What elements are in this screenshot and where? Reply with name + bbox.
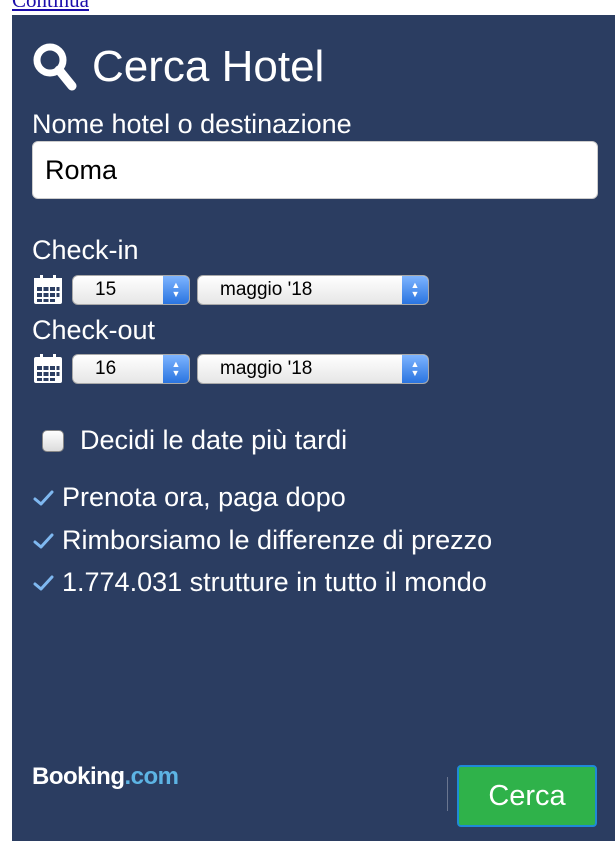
checkout-label: Check-out — [32, 315, 156, 345]
checkout-day-value: 16 — [95, 358, 117, 379]
checkmark-icon — [33, 490, 54, 505]
search-button[interactable]: Cerca — [457, 765, 597, 827]
checkin-month-select[interactable]: maggio '18 ▲ ▼ — [197, 275, 429, 305]
flexible-dates-label: Decidi le date più tardi — [80, 425, 348, 455]
checkout-month-value: maggio '18 — [220, 358, 313, 379]
feature-text: Prenota ora, paga dopo — [62, 482, 346, 512]
feature-item: 1.774.031 strutture in tutto il mondo — [32, 567, 487, 598]
spinner-arrows-icon: ▲ ▼ — [402, 276, 428, 304]
feature-item: Rimborsiamo le differenze di prezzo — [32, 525, 492, 556]
feature-item: Prenota ora, paga dopo — [32, 482, 346, 513]
destination-label: Nome hotel o destinazione — [32, 109, 352, 139]
booking-logo[interactable]: Booking.com — [32, 765, 179, 789]
checkout-row: 16 ▲ ▼ maggio '18 ▲ ▼ — [32, 351, 436, 387]
calendar-icon[interactable] — [32, 274, 64, 306]
checkout-month-select[interactable]: maggio '18 ▲ ▼ — [197, 354, 429, 384]
logo-brand: Booking — [32, 763, 125, 790]
checkin-label: Check-in — [32, 235, 139, 265]
search-icon — [32, 42, 78, 92]
flexible-dates-option[interactable]: Decidi le date più tardi — [42, 425, 347, 456]
checkin-day-select[interactable]: 15 ▲ ▼ — [72, 275, 190, 305]
logo-tld: .com — [124, 763, 180, 790]
widget-title: Cerca Hotel — [92, 42, 325, 91]
checkout-day-select[interactable]: 16 ▲ ▼ — [72, 354, 190, 384]
divider — [447, 777, 448, 811]
widget-header: Cerca Hotel — [32, 37, 324, 97]
continua-link[interactable]: Continua — [12, 0, 89, 13]
checkin-day-value: 15 — [95, 279, 117, 300]
checkmark-icon — [33, 533, 54, 548]
feature-text: 1.774.031 strutture in tutto il mondo — [62, 567, 487, 597]
destination-value: Roma — [45, 154, 118, 185]
checkmark-icon — [33, 575, 54, 590]
hotel-search-widget: Cerca Hotel Nome hotel o destinazione Ro… — [12, 15, 615, 841]
destination-input[interactable]: Roma — [32, 141, 598, 199]
feature-text: Rimborsiamo le differenze di prezzo — [62, 525, 493, 555]
spinner-arrows-icon: ▲ ▼ — [163, 276, 189, 304]
checkin-row: 15 ▲ ▼ maggio '18 ▲ ▼ — [32, 272, 436, 308]
flexible-dates-checkbox[interactable] — [42, 429, 64, 452]
checkin-month-value: maggio '18 — [220, 279, 313, 300]
calendar-icon[interactable] — [32, 353, 64, 385]
spinner-arrows-icon: ▲ ▼ — [163, 355, 189, 383]
spinner-arrows-icon: ▲ ▼ — [402, 355, 428, 383]
